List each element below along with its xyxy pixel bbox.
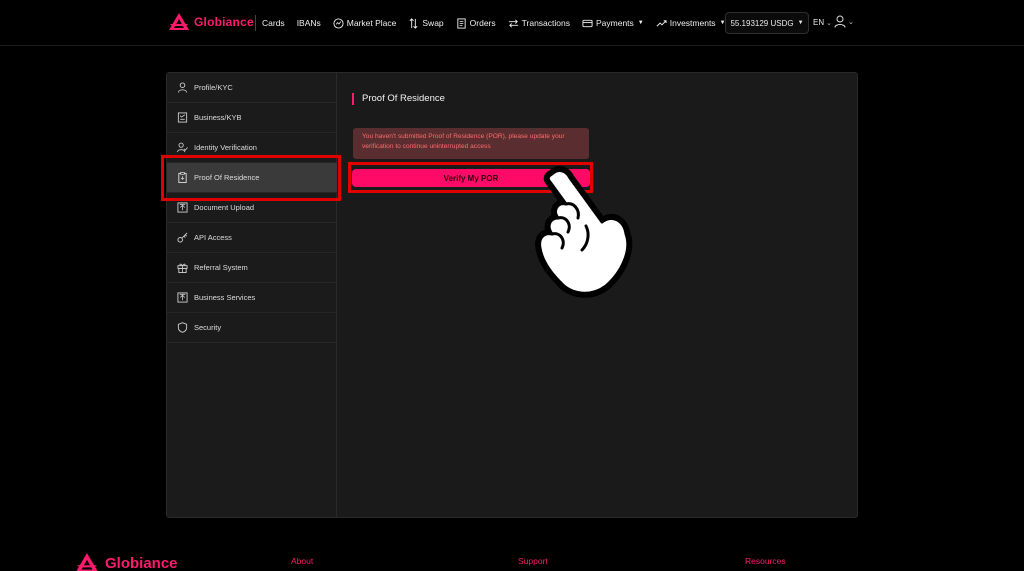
business-icon [177, 112, 188, 123]
nav-swap-label: Swap [422, 18, 444, 28]
sidebar-item-label: Document Upload [194, 203, 255, 212]
identity-verification-icon [177, 142, 188, 153]
sidebar-item-label: Referral System [194, 263, 248, 272]
nav-cards-label: Cards [262, 18, 285, 28]
shield-icon [177, 322, 188, 333]
nav-orders-label: Orders [469, 18, 496, 28]
sidebar-item-label: API Access [194, 233, 232, 242]
user-menu[interactable]: ⌄ [834, 15, 854, 28]
sidebar-item-label: Business Services [194, 293, 256, 302]
key-icon [177, 232, 188, 243]
sidebar-item-security[interactable]: Security [167, 313, 337, 343]
footer-brand-logo[interactable]: Globiance [74, 552, 178, 571]
warning-alert: You haven't submitted Proof of Residence… [353, 128, 589, 159]
investments-icon [656, 19, 667, 27]
sidebar-item-business-kyb[interactable]: Business/KYB [167, 103, 337, 133]
user-icon [177, 82, 188, 93]
chevron-down-icon: ⌄ [848, 18, 854, 26]
sidebar-item-label: Security [194, 323, 222, 332]
pointing-hand-icon [535, 166, 633, 298]
nav-transactions-label: Transactions [521, 18, 570, 28]
page-title: Proof Of Residence [352, 93, 445, 105]
user-icon [834, 15, 846, 28]
nav-payments-label: Payments [595, 18, 634, 28]
brand-logo[interactable]: Globiance [168, 12, 254, 32]
chevron-down-icon: ▼ [637, 20, 644, 26]
nav-ibans[interactable]: IBANs [297, 18, 321, 28]
settings-sidebar: Profile/KYC Business/KYB Identity Verifi… [167, 73, 337, 517]
marketplace-icon [333, 17, 344, 29]
sidebar-item-api-access[interactable]: API Access [167, 223, 337, 253]
chevron-down-icon: ▼ [797, 20, 804, 26]
sidebar-item-profile-kyc[interactable]: Profile/KYC [167, 73, 337, 103]
nav-divider [255, 15, 256, 31]
business-services-icon [177, 292, 188, 303]
language-selector[interactable]: EN ⌄ [813, 18, 832, 27]
nav-orders[interactable]: Orders [456, 17, 496, 29]
payments-icon [582, 19, 593, 27]
nav-investments-label: Investments [669, 18, 716, 28]
balance-value: 55.193129 USDG [730, 18, 794, 28]
upload-icon [177, 202, 188, 213]
footer-link-about[interactable]: About [291, 556, 313, 566]
nav-payments[interactable]: Payments ▼ [582, 18, 644, 29]
globiance-logo-icon [169, 13, 189, 30]
top-navigation-bar: Globiance Cards IBANs Market Place Swap … [0, 0, 1024, 46]
transactions-icon [508, 19, 518, 27]
nav-market-place[interactable]: Market Place [333, 17, 397, 29]
main-nav: Cards IBANs Market Place Swap Orders Tra… [255, 12, 738, 34]
swap-icon [409, 17, 418, 29]
nav-transactions[interactable]: Transactions [508, 18, 570, 29]
footer-brand-name: Globiance [105, 554, 178, 571]
footer-link-resources[interactable]: Resources [745, 556, 786, 566]
nav-ibans-label: IBANs [296, 18, 321, 28]
sidebar-item-label: Business/KYB [194, 113, 242, 122]
globiance-logo-icon [76, 553, 98, 571]
footer-link-support[interactable]: Support [518, 556, 548, 566]
balance-selector[interactable]: 55.193129 USDG ▼ [725, 12, 809, 34]
nav-investments[interactable]: Investments ▼ [656, 18, 726, 29]
nav-cards[interactable]: Cards [262, 18, 285, 28]
orders-icon [457, 17, 466, 29]
nav-swap[interactable]: Swap [408, 17, 444, 29]
sidebar-item-referral-system[interactable]: Referral System [167, 253, 337, 283]
brand-name: Globiance [194, 15, 254, 29]
sidebar-highlight-box [161, 155, 341, 201]
chevron-down-icon: ⌄ [826, 19, 832, 27]
language-value: EN [813, 18, 825, 27]
settings-card: Profile/KYC Business/KYB Identity Verifi… [166, 72, 858, 518]
sidebar-item-business-services[interactable]: Business Services [167, 283, 337, 313]
sidebar-item-label: Identity Verification [194, 143, 257, 152]
gift-icon [177, 263, 188, 273]
sidebar-item-label: Profile/KYC [194, 83, 233, 92]
nav-market-place-label: Market Place [346, 18, 397, 28]
